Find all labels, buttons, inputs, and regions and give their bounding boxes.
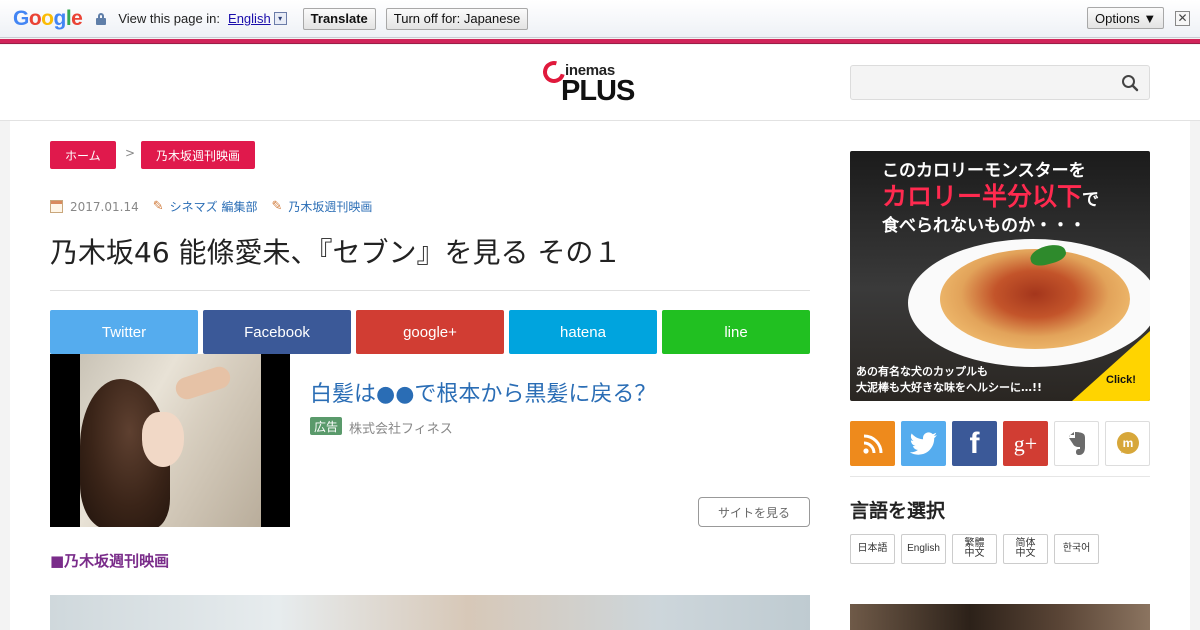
calendar-icon bbox=[50, 200, 63, 213]
google-logo: Google bbox=[13, 6, 83, 30]
article-date: 2017.01.14 bbox=[70, 199, 139, 214]
evernote-icon[interactable] bbox=[1054, 421, 1099, 466]
section-heading: ■乃木坂週刊映画 bbox=[50, 552, 170, 570]
share-google-button[interactable]: google+ bbox=[356, 310, 504, 354]
banner-click-corner bbox=[1072, 331, 1150, 401]
mixi-check-icon[interactable]: m bbox=[1105, 421, 1150, 466]
language-option-ja[interactable]: 日本語 bbox=[850, 534, 895, 564]
google-plus-icon[interactable]: g+ bbox=[1003, 421, 1048, 466]
share-hatena-button[interactable]: hatena bbox=[509, 310, 657, 354]
search-icon[interactable] bbox=[1121, 74, 1139, 92]
breadcrumb-separator: > bbox=[125, 146, 136, 160]
view-page-label: View this page in: bbox=[118, 11, 221, 26]
banner-line2-suffix: で bbox=[1082, 190, 1100, 210]
banner-line3: 食べられないものか・・・ bbox=[882, 216, 1086, 236]
cinemas-plus-logo[interactable]: inemas PLUS bbox=[538, 56, 643, 107]
breadcrumb-home[interactable]: ホーム bbox=[50, 141, 116, 169]
twitter-bird-glyph bbox=[909, 431, 937, 455]
article-meta: 2017.01.14 ✎ シネマズ 編集部 ✎ 乃木坂週刊映画 bbox=[50, 198, 372, 215]
twitter-icon[interactable] bbox=[901, 421, 946, 466]
options-button[interactable]: Options ▼ bbox=[1087, 7, 1165, 29]
category-link[interactable]: 乃木坂週刊映画 bbox=[288, 198, 372, 215]
share-twitter-button[interactable]: Twitter bbox=[50, 310, 198, 354]
accent-stripe bbox=[0, 39, 1200, 44]
language-option-zh-hans[interactable]: 简体中文 bbox=[1003, 534, 1048, 564]
ad-title-link[interactable]: 白髪は●●で根本から黒髪に戻る？ bbox=[310, 376, 656, 408]
article-title: 乃木坂46 能條愛未、『セブン』を見る その１ bbox=[50, 236, 622, 269]
ad-photo-face bbox=[142, 412, 184, 467]
close-icon[interactable]: ✕ bbox=[1175, 11, 1190, 26]
facebook-icon[interactable]: f bbox=[952, 421, 997, 466]
author-link[interactable]: シネマズ 編集部 bbox=[170, 198, 258, 215]
ad-photo bbox=[80, 354, 261, 527]
banner-line2: カロリー半分以下で bbox=[882, 177, 1099, 213]
svg-text:m: m bbox=[1122, 436, 1133, 450]
title-divider bbox=[50, 290, 810, 291]
search-input[interactable] bbox=[850, 65, 1150, 100]
site-header: inemas PLUS bbox=[0, 45, 1200, 121]
language-select-title: 言語を選択 bbox=[850, 500, 946, 522]
share-facebook-button[interactable]: Facebook bbox=[203, 310, 351, 354]
lock-icon bbox=[96, 12, 107, 25]
language-option-en[interactable]: English bbox=[901, 534, 946, 564]
banner-click-label[interactable]: Click! bbox=[1106, 374, 1136, 386]
ad-visit-button[interactable]: サイトを見る bbox=[698, 497, 810, 527]
mixi-glyph: m bbox=[1116, 431, 1139, 454]
banner-line2-text: カロリー半分以下 bbox=[882, 182, 1083, 211]
language-link[interactable]: English bbox=[228, 11, 271, 26]
banner-line5: 大泥棒も大好きな味をヘルシーに…!! bbox=[856, 381, 1043, 394]
language-dropdown-icon[interactable]: ▾ bbox=[273, 12, 287, 25]
sidebar-ad-banner[interactable]: このカロリーモンスターを カロリー半分以下で 食べられないものか・・・ あの有名… bbox=[850, 151, 1150, 401]
ad-badge: 広告 bbox=[310, 417, 343, 435]
rss-glyph bbox=[862, 434, 882, 454]
language-option-zh-hant[interactable]: 繁體中文 bbox=[952, 534, 997, 564]
turn-off-button[interactable]: Turn off for: Japanese bbox=[385, 7, 529, 30]
share-line-button[interactable]: line bbox=[662, 310, 810, 354]
rss-icon[interactable] bbox=[850, 421, 895, 466]
banner-line4: あの有名な犬のカップルも bbox=[856, 365, 988, 378]
translate-button[interactable]: Translate bbox=[302, 7, 376, 30]
main-content: ホーム > 乃木坂週刊映画 2017.01.14 ✎ シネマズ 編集部 ✎ 乃木… bbox=[10, 121, 1190, 630]
pencil-icon: ✎ bbox=[271, 199, 283, 214]
ad-sponsor: 株式会社フィネス bbox=[349, 422, 453, 437]
sidebar-divider bbox=[850, 476, 1150, 477]
breadcrumb-category[interactable]: 乃木坂週刊映画 bbox=[141, 141, 256, 169]
sidebar-photo[interactable] bbox=[850, 604, 1150, 630]
pencil-icon: ✎ bbox=[152, 199, 164, 214]
translate-bar: Google View this page in: English ▾ Tran… bbox=[0, 0, 1200, 38]
evernote-elephant-glyph bbox=[1068, 431, 1085, 455]
ad-photo-hand bbox=[172, 363, 234, 403]
logo-bottom-text: PLUS bbox=[561, 75, 635, 107]
ad-image[interactable] bbox=[50, 354, 290, 527]
article-hero-image bbox=[50, 595, 810, 630]
language-option-ko[interactable]: 한국어 bbox=[1054, 534, 1099, 564]
